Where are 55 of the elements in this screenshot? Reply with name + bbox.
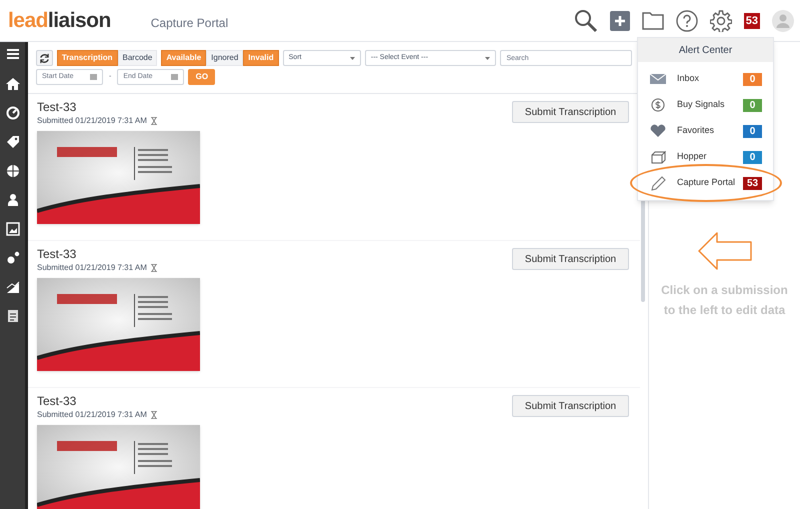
gauge-icon[interactable] [6, 106, 20, 120]
count-badge: 0 [743, 150, 762, 164]
submitted-date: Submitted 01/21/2019 7:31 AM [37, 262, 147, 274]
pencil-icon [649, 176, 667, 190]
alert-center-title: Alert Center [638, 38, 773, 62]
home-icon[interactable] [6, 77, 20, 91]
hourglass-icon [150, 411, 157, 419]
settings-icon[interactable] [710, 10, 732, 32]
alert-menu-item[interactable]: Inbox 0 [638, 66, 773, 92]
alert-menu-item[interactable]: Hopper 0 [638, 144, 773, 170]
coin-icon [649, 98, 667, 112]
box-icon [649, 150, 667, 164]
caret-icon [350, 56, 355, 60]
globe-icon[interactable] [6, 164, 20, 178]
mail-icon [649, 72, 667, 86]
search-icon[interactable] [574, 8, 598, 32]
calendar-icon [90, 74, 97, 80]
submission-title: Test-33 [37, 100, 78, 115]
count-badge: 0 [743, 98, 762, 112]
section-title: Capture Portal [150, 14, 228, 32]
user-icon[interactable] [6, 193, 20, 207]
folder-icon[interactable] [642, 11, 664, 30]
notification-badge[interactable]: 53 [744, 12, 760, 28]
submission-title: Test-33 [37, 394, 78, 409]
submitted-date: Submitted 01/21/2019 7:31 AM [37, 115, 147, 127]
hint-text: Click on a submission to the left to edit data [660, 282, 789, 319]
filter-toggle[interactable]: Ignored [206, 50, 244, 66]
count-badge: 0 [743, 124, 762, 138]
refresh-button[interactable] [36, 50, 53, 66]
picture-icon[interactable] [6, 222, 20, 236]
submission-title: Test-33 [37, 247, 78, 262]
submit-transcription-button[interactable]: Submit Transcription [512, 395, 629, 417]
refresh-icon [38, 52, 50, 64]
filter-toggle[interactable]: Barcode [118, 50, 158, 66]
tag-icon[interactable] [6, 135, 20, 149]
hourglass-icon [150, 264, 157, 272]
calendar-icon [171, 74, 178, 80]
heart-icon [649, 124, 667, 138]
chart-icon[interactable] [6, 280, 20, 294]
hourglass-icon [150, 117, 157, 125]
help-icon[interactable] [676, 10, 698, 32]
count-badge: 0 [743, 72, 762, 86]
alert-menu-item[interactable]: Capture Portal 53 [638, 170, 773, 196]
logo: leadliaison [8, 8, 111, 34]
report-icon[interactable] [6, 309, 20, 323]
alert-menu-item[interactable]: Favorites 0 [638, 118, 773, 144]
alert-menu-item[interactable]: Buy Signals 0 [638, 92, 773, 118]
caret-icon [485, 56, 490, 60]
menu-icon[interactable] [6, 48, 20, 62]
left-arrow-icon [698, 232, 752, 270]
submit-transcription-button[interactable]: Submit Transcription [512, 101, 629, 123]
count-badge: 53 [743, 176, 762, 190]
submit-transcription-button[interactable]: Submit Transcription [512, 248, 629, 270]
submitted-date: Submitted 01/21/2019 7:31 AM [37, 409, 147, 421]
add-icon[interactable] [610, 10, 630, 30]
